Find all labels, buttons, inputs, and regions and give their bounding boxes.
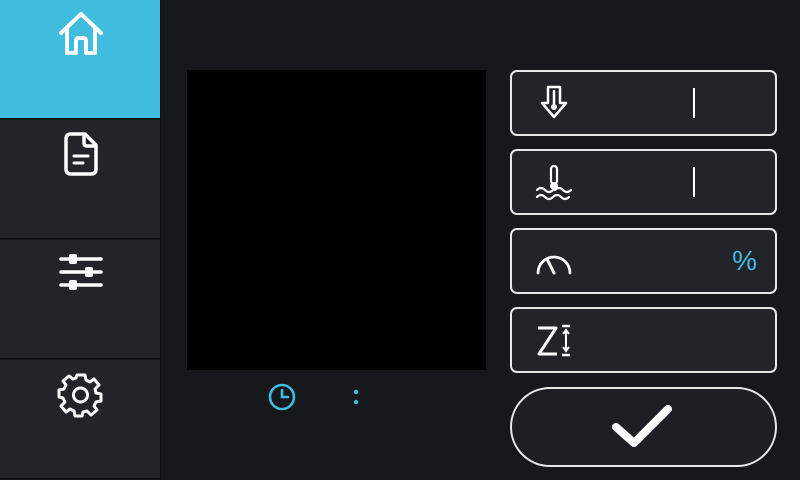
sidebar: [0, 0, 162, 480]
speed-card[interactable]: %: [510, 228, 777, 294]
confirm-button[interactable]: [510, 387, 777, 467]
bed-temperature-icon: [535, 164, 573, 201]
sidebar-item-files[interactable]: [0, 120, 161, 239]
nozzle-temperature-cursor: [693, 88, 695, 118]
speedometer-icon: [536, 255, 572, 275]
home-icon: [59, 12, 103, 55]
clock-icon: [268, 383, 296, 411]
bed-temperature-card[interactable]: [510, 149, 777, 215]
bed-temperature-cursor: [693, 167, 695, 197]
sidebar-item-tune[interactable]: [0, 240, 161, 359]
gear-icon: [57, 373, 103, 418]
checkmark-icon: [612, 405, 672, 447]
file-icon: [64, 132, 98, 176]
sidebar-item-home[interactable]: [0, 0, 161, 119]
print-preview-thumbnail[interactable]: [187, 70, 486, 370]
nozzle-temperature-card[interactable]: [510, 70, 777, 136]
sliders-icon: [59, 254, 103, 290]
speed-value: %: [732, 245, 757, 276]
z-offset-icon: [537, 324, 570, 357]
sidebar-item-settings[interactable]: [0, 360, 161, 479]
nozzle-temperature-icon: [540, 85, 568, 119]
z-offset-card[interactable]: [510, 307, 777, 373]
more-vertical-icon[interactable]: [346, 384, 366, 410]
